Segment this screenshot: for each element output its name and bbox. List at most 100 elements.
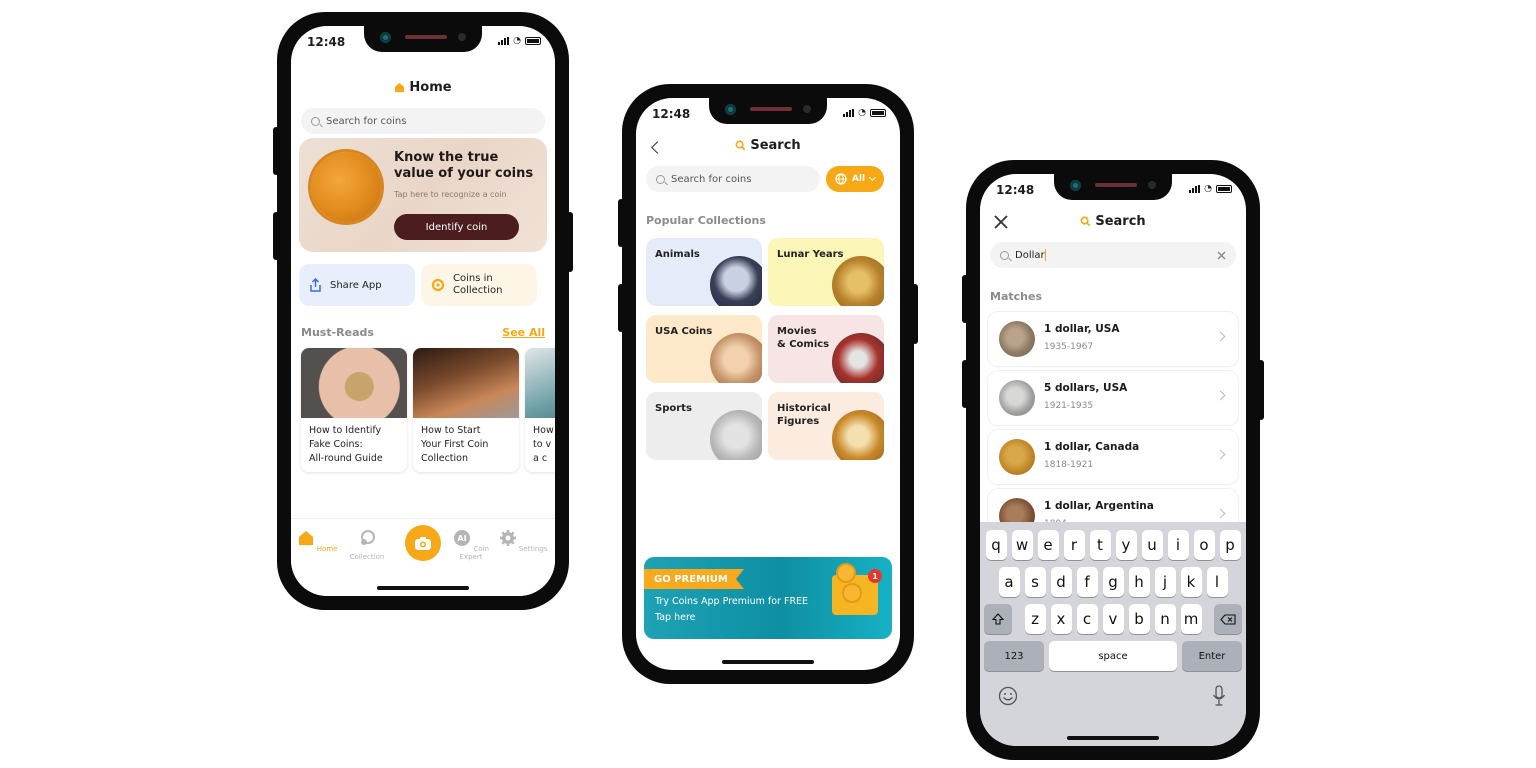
microphone-icon[interactable] — [1212, 685, 1226, 707]
keyboard-row: 123 space Enter — [980, 641, 1246, 671]
coin-image — [710, 333, 762, 383]
key-v[interactable]: v — [1102, 604, 1124, 634]
key-c[interactable]: c — [1076, 604, 1098, 634]
matches-heading: Matches — [990, 290, 1042, 303]
key-w[interactable]: w — [1011, 530, 1033, 560]
camera-button[interactable] — [405, 525, 441, 561]
region-filter-dropdown[interactable]: All — [826, 166, 884, 192]
emoji-icon[interactable] — [998, 686, 1018, 706]
key-k[interactable]: k — [1180, 567, 1202, 597]
share-app-label: Share App — [330, 279, 382, 291]
text-cursor — [1044, 249, 1047, 261]
key-x[interactable]: x — [1050, 604, 1072, 634]
side-button — [273, 212, 279, 260]
search-icon — [656, 174, 665, 184]
key-z[interactable]: z — [1024, 604, 1046, 634]
side-button — [618, 284, 624, 332]
key-b[interactable]: b — [1128, 604, 1150, 634]
match-item[interactable]: 1 dollar, Canada 1818-1921 — [988, 430, 1238, 484]
see-all-link[interactable]: See All — [502, 326, 545, 339]
collection-card-movies-comics[interactable]: Movies & Comics — [768, 315, 884, 383]
key-j[interactable]: j — [1154, 567, 1176, 597]
key-n[interactable]: n — [1154, 604, 1176, 634]
key-s[interactable]: s — [1024, 567, 1046, 597]
signal-icon — [498, 37, 510, 45]
tab-coin-expert[interactable]: AI Coin Expert — [445, 529, 497, 561]
key-o[interactable]: o — [1193, 530, 1215, 560]
key-q[interactable]: q — [985, 530, 1007, 560]
key-m[interactable]: m — [1180, 604, 1202, 634]
chevron-right-icon — [1215, 390, 1226, 401]
notch — [709, 98, 827, 124]
search-input[interactable]: Search for coins — [646, 166, 820, 192]
tab-home[interactable]: Home — [291, 529, 343, 553]
key-e[interactable]: e — [1037, 530, 1059, 560]
search-icon — [1080, 216, 1091, 227]
battery-icon — [870, 109, 886, 117]
coin-image — [832, 256, 884, 306]
key-t[interactable]: t — [1089, 530, 1111, 560]
article-card[interactable]: How to Identify Fake Coins: All-round Gu… — [301, 348, 407, 472]
key-d[interactable]: d — [1050, 567, 1072, 597]
tab-settings[interactable]: Settings — [497, 529, 549, 553]
banner-subtitle: Tap here to recognize a coin — [394, 190, 507, 199]
wifi-icon: ◔ — [858, 108, 866, 118]
key-y[interactable]: y — [1115, 530, 1137, 560]
coin-image — [999, 321, 1035, 357]
identify-coin-button[interactable]: Identify coin — [394, 214, 519, 240]
collection-card-animals[interactable]: Animals — [646, 238, 762, 306]
share-app-button[interactable]: Share App — [299, 264, 415, 306]
go-premium-ribbon: GO PREMIUM — [644, 569, 744, 589]
page-title: Search — [980, 214, 1246, 229]
status-time: 12:48 — [652, 107, 691, 121]
home-indicator — [377, 586, 469, 590]
screen: 12:48 ◔ Search Search for coins All Popu… — [636, 98, 900, 670]
key-p[interactable]: p — [1219, 530, 1241, 560]
page-title: Home — [291, 80, 555, 95]
key-a[interactable]: a — [998, 567, 1020, 597]
article-card[interactable]: How to v a c — [525, 348, 555, 472]
enter-key[interactable]: Enter — [1182, 641, 1242, 671]
clear-icon[interactable] — [1217, 251, 1226, 260]
match-item[interactable]: 5 dollars, USA 1921-1935 — [988, 371, 1238, 425]
collection-card-lunar-years[interactable]: Lunar Years — [768, 238, 884, 306]
key-g[interactable]: g — [1102, 567, 1124, 597]
page-title-text: Search — [750, 138, 801, 153]
coin-image — [832, 410, 884, 460]
signal-icon — [1189, 185, 1201, 193]
coin-image — [832, 333, 884, 383]
collection-card-usa-coins[interactable]: USA Coins — [646, 315, 762, 383]
key-f[interactable]: f — [1076, 567, 1098, 597]
side-button — [1258, 360, 1264, 420]
article-card[interactable]: How to Start Your First Coin Collection — [413, 348, 519, 472]
identify-banner[interactable]: Know the true value of your coins Tap he… — [299, 138, 547, 252]
key-h[interactable]: h — [1128, 567, 1150, 597]
shift-key[interactable] — [984, 604, 1012, 634]
key-u[interactable]: u — [1141, 530, 1163, 560]
tab-collection[interactable]: Collection — [341, 529, 393, 561]
coin-icon — [431, 278, 445, 292]
coin-icon — [838, 565, 854, 581]
battery-icon — [525, 37, 541, 45]
tab-bar: Home Collection AI Coin Expert Settings — [291, 518, 555, 596]
promo-text: Try Coins App Premium for FREE — [655, 596, 809, 607]
search-icon — [311, 116, 320, 126]
go-premium-banner[interactable]: GO PREMIUM Try Coins App Premium for FRE… — [644, 557, 892, 639]
key-r[interactable]: r — [1063, 530, 1085, 560]
side-button — [912, 284, 918, 344]
space-key[interactable]: space — [1049, 641, 1177, 671]
collection-card-historical-figures[interactable]: Historical Figures — [768, 392, 884, 460]
backspace-key[interactable] — [1214, 604, 1242, 634]
key-i[interactable]: i — [1167, 530, 1189, 560]
coin-image — [999, 380, 1035, 416]
numbers-key[interactable]: 123 — [984, 641, 1044, 671]
match-item[interactable]: 1 dollar, USA 1935-1967 — [988, 312, 1238, 366]
search-input[interactable]: Dollar — [990, 242, 1236, 268]
collection-card-sports[interactable]: Sports — [646, 392, 762, 460]
wifi-icon: ◔ — [513, 36, 521, 46]
shift-icon — [992, 613, 1004, 625]
key-l[interactable]: l — [1206, 567, 1228, 597]
search-input[interactable]: Search for coins — [301, 108, 545, 134]
globe-icon — [835, 173, 847, 185]
coins-in-collection-button[interactable]: Coins in Collection — [421, 264, 537, 306]
